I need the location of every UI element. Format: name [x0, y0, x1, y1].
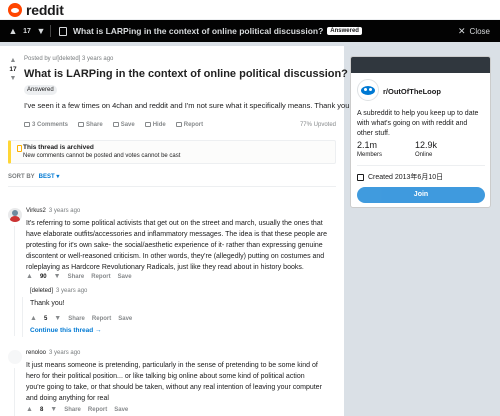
comment-icon — [24, 122, 30, 127]
hide-button[interactable]: Hide — [144, 122, 166, 128]
share-button[interactable]: Share — [78, 122, 103, 128]
sidebar-banner — [351, 57, 490, 73]
share-button[interactable]: Share — [64, 407, 81, 413]
comment-author-line: renoloo 3 years ago — [26, 350, 80, 356]
comment-time: 3 years ago — [56, 288, 88, 294]
downvote-icon[interactable]: ▼ — [6, 74, 20, 83]
post-body: I've seen it a few times on 4chan and re… — [24, 101, 352, 110]
upvote-icon[interactable]: ▲ — [26, 273, 33, 280]
comment-score: 90 — [39, 273, 47, 280]
thread-line[interactable] — [14, 226, 15, 336]
save-button[interactable]: Save — [118, 316, 132, 322]
report-icon — [175, 122, 182, 127]
comment-actions: ▲ 8 ▼ Share Report Save — [26, 406, 128, 413]
post-score: 17 — [9, 66, 17, 73]
close-icon: ✕ — [458, 26, 466, 36]
share-button[interactable]: Share — [68, 274, 85, 280]
report-button[interactable]: Report — [175, 122, 203, 128]
logo-text[interactable]: reddit — [26, 2, 64, 18]
members-stat: 2.1m Members — [357, 140, 382, 158]
avatar-icon[interactable] — [8, 350, 22, 364]
subreddit-sidebar: r/OutOfTheLoop A subreddit to help you k… — [350, 56, 491, 208]
comment-author: [deleted] — [30, 288, 54, 294]
members-value: 2.1m — [357, 140, 378, 150]
sort-label: SORT BY — [8, 174, 35, 180]
comment-author[interactable]: Virkus2 — [26, 208, 46, 214]
reddit-logo-icon[interactable] — [8, 2, 22, 17]
online-label: Online — [415, 152, 433, 158]
hide-icon — [144, 122, 151, 127]
sort-value: BEST — [38, 174, 55, 180]
online-value: 12.9k — [415, 140, 438, 150]
report-button[interactable]: Report — [92, 316, 111, 322]
comment-time: 3 years ago — [49, 350, 81, 356]
divider — [357, 165, 485, 166]
comment-score: 8 — [39, 406, 44, 413]
post: ▲ 17 ▼ Posted by u/[deleted] 3 years ago… — [0, 46, 351, 136]
report-button[interactable]: Report — [91, 274, 110, 280]
comments-button[interactable]: 3 Comments — [24, 122, 68, 128]
cake-icon — [357, 173, 364, 181]
lock-icon — [17, 145, 22, 152]
report-button[interactable]: Report — [88, 407, 107, 413]
comment-body: It's referring to some political activis… — [26, 220, 328, 271]
upvote-icon[interactable]: ▲ — [30, 315, 37, 322]
continue-thread-link[interactable]: Continue this thread → — [30, 327, 102, 334]
downvote-icon[interactable]: ▼ — [54, 273, 61, 280]
post-icon — [59, 26, 67, 36]
share-button[interactable]: Share — [68, 316, 85, 322]
sort-dropdown[interactable]: SORT BY BEST ▾ — [8, 173, 59, 180]
comment-time: 3 years ago — [48, 208, 81, 214]
post-score: 17 — [23, 27, 31, 35]
close-label: Close — [469, 27, 490, 36]
subreddit-name[interactable]: r/OutOfTheLoop — [383, 87, 441, 96]
join-button[interactable]: Join — [357, 187, 485, 203]
thread-line[interactable] — [22, 297, 23, 337]
comment-body: Thank you! — [30, 300, 65, 307]
upvote-icon[interactable]: ▲ — [6, 56, 20, 65]
subreddit-icon[interactable] — [357, 79, 379, 101]
comment-body: It just means someone is pretending, par… — [26, 362, 322, 402]
top-navbar: reddit — [0, 0, 500, 20]
comment-author[interactable]: renoloo — [26, 350, 46, 356]
downvote-icon[interactable]: ▼ — [50, 406, 57, 413]
answered-badge: Answered — [327, 27, 362, 35]
upvote-icon[interactable]: ▲ — [26, 406, 33, 413]
online-stat: 12.9k Online — [415, 140, 437, 158]
share-icon — [78, 122, 85, 127]
subreddit-description: A subreddit to help you keep up to date … — [357, 110, 479, 137]
vote-column: ▲ 17 ▼ — [6, 56, 20, 83]
comment-author-line: Virkus2 3 years ago — [26, 208, 80, 214]
post-meta: Posted by u/[deleted] 3 years ago — [24, 56, 114, 62]
save-button[interactable]: Save — [118, 274, 132, 280]
post-header-bar: ▲ 17 ▼ What is LARPing in the context of… — [0, 20, 500, 42]
archived-subtitle: New comments cannot be posted and votes … — [23, 153, 181, 159]
divider — [50, 25, 51, 37]
upvote-ratio: 77% Upvoted — [299, 122, 336, 128]
save-button[interactable]: Save — [112, 122, 135, 128]
save-button[interactable]: Save — [114, 407, 128, 413]
post-content: ▲ 17 ▼ Posted by u/[deleted] 3 years ago… — [0, 46, 351, 416]
avatar-icon[interactable] — [8, 208, 22, 222]
thread-line[interactable] — [14, 368, 15, 416]
comment-actions: ▲ 5 ▼ Share Report Save — [30, 315, 132, 322]
downvote-icon[interactable]: ▼ — [36, 26, 46, 36]
archived-title: This thread is archived — [23, 144, 94, 151]
divider — [8, 186, 336, 187]
post-title-header: What is LARPing in the context of online… — [73, 26, 324, 36]
archived-notice: This thread is archived New comments can… — [8, 140, 336, 164]
comment-score: 5 — [43, 315, 48, 322]
upvote-icon[interactable]: ▲ — [8, 26, 18, 36]
post-title: What is LARPing in the context of online… — [24, 68, 348, 80]
post-flair[interactable]: Answered — [24, 85, 57, 95]
chevron-down-icon: ▾ — [56, 174, 60, 180]
post-actions: 3 Comments Share Save Hide Report — [24, 122, 203, 128]
downvote-icon[interactable]: ▼ — [54, 315, 61, 322]
comment-actions: ▲ 90 ▼ Share Report Save — [26, 273, 132, 280]
members-label: Members — [357, 152, 383, 158]
save-icon — [112, 122, 119, 127]
comment-author-line: [deleted] 3 years ago — [30, 288, 87, 294]
close-button[interactable]: ✕ Close — [458, 26, 490, 37]
created-date: Created 2013年6月10日 — [357, 172, 443, 182]
